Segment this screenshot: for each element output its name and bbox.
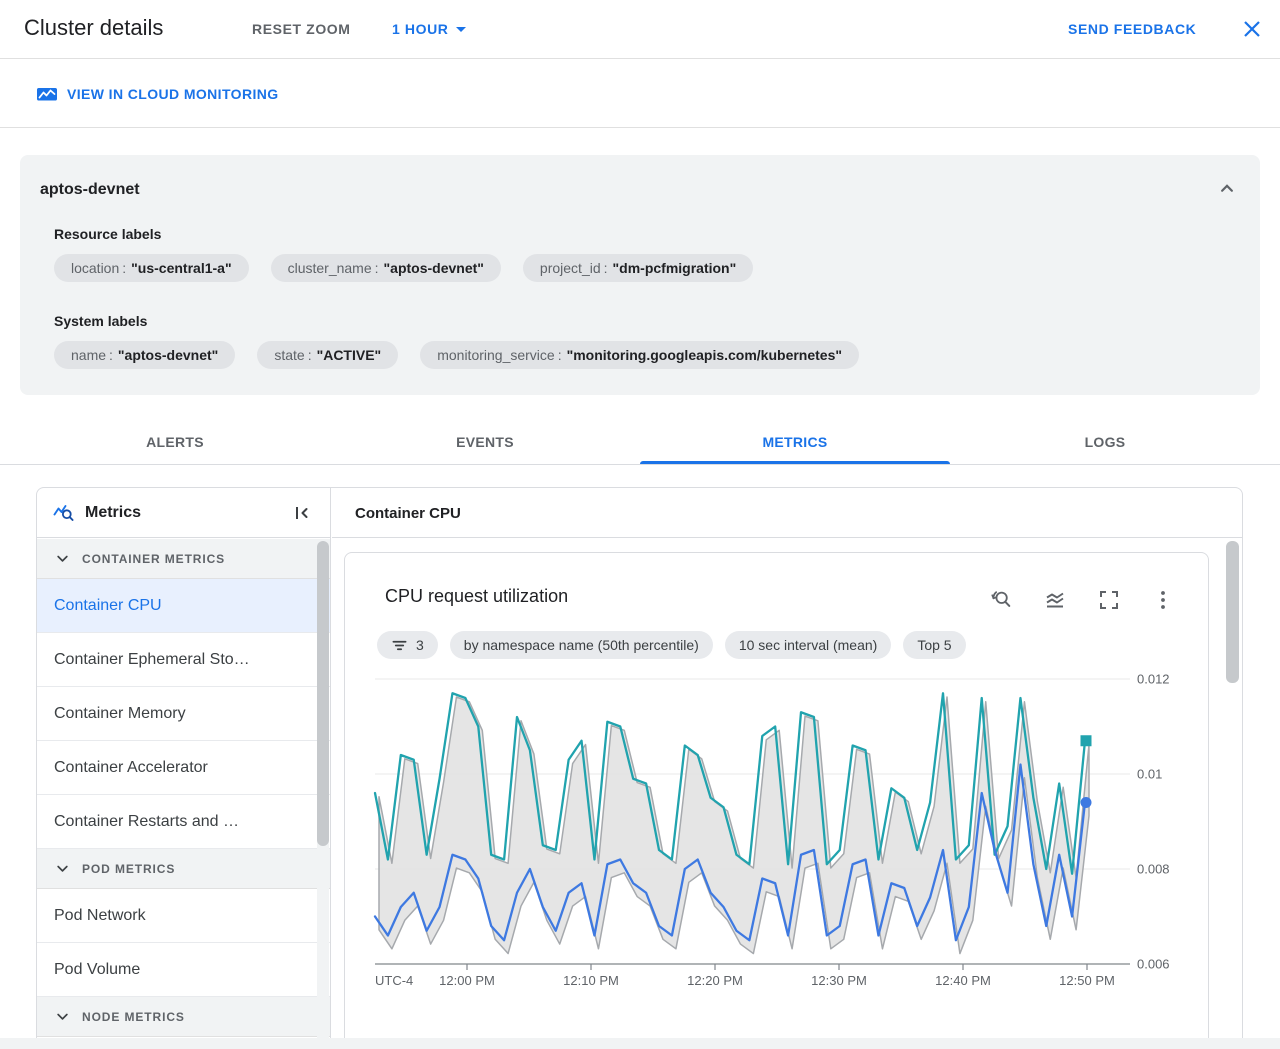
section-node-metrics[interactable]: NODE METRICS: [37, 997, 330, 1037]
svg-text:12:00 PM: 12:00 PM: [439, 973, 495, 988]
label-value: "monitoring.googleapis.com/kubernetes": [566, 347, 843, 363]
svg-text:0.006: 0.006: [1137, 957, 1170, 972]
caret-down-icon: [455, 26, 466, 32]
chevron-down-icon: [57, 1013, 68, 1020]
label-value: "aptos-devnet": [117, 347, 219, 363]
label-value: "dm-pcfmigration": [612, 260, 737, 276]
sidebar-header: Metrics: [37, 488, 330, 538]
section-label: POD METRICS: [82, 861, 176, 876]
time-range-label: 1 HOUR: [392, 21, 449, 37]
label-key: project_id: [539, 260, 601, 276]
chart-card: CPU request utilization 3 by namespace n…: [344, 552, 1209, 1049]
reset-zoom-button[interactable]: RESET ZOOM: [252, 21, 351, 37]
monitoring-chart-icon: [37, 88, 57, 101]
section-pod-metrics[interactable]: POD METRICS: [37, 849, 330, 889]
svg-text:0.008: 0.008: [1137, 862, 1170, 877]
label-key: monitoring_service: [437, 347, 555, 363]
monitoring-row: VIEW IN CLOUD MONITORING: [0, 60, 1280, 128]
tab-metrics[interactable]: METRICS: [640, 420, 950, 464]
metrics-panel: Metrics CONTAINER METRICS Container CPU …: [36, 487, 1243, 1049]
sidebar-item-container-memory[interactable]: Container Memory: [37, 687, 330, 741]
svg-text:12:40 PM: 12:40 PM: [935, 973, 991, 988]
label-value: "aptos-devnet": [383, 260, 484, 276]
collapse-card-button[interactable]: [1214, 175, 1240, 201]
section-label: NODE METRICS: [82, 1009, 185, 1024]
chevron-up-icon: [1221, 184, 1233, 192]
sidebar-item-container-restarts[interactable]: Container Restarts and …: [37, 795, 330, 849]
resource-label-chip: cluster_name: "aptos-devnet": [270, 254, 501, 282]
label-value: "ACTIVE": [316, 347, 382, 363]
sidebar-item-container-accelerator[interactable]: Container Accelerator: [37, 741, 330, 795]
tab-logs[interactable]: LOGS: [950, 420, 1260, 464]
sidebar-scrollbar[interactable]: [317, 541, 329, 846]
svg-text:12:30 PM: 12:30 PM: [811, 973, 867, 988]
system-labels-title: System labels: [54, 313, 148, 329]
sidebar-item-pod-network[interactable]: Pod Network: [37, 889, 330, 943]
sidebar-title: Metrics: [85, 504, 142, 521]
sidebar-item-container-ephemeral-storage[interactable]: Container Ephemeral Sto…: [37, 633, 330, 687]
close-icon: [1244, 21, 1260, 37]
svg-text:12:50 PM: 12:50 PM: [1059, 973, 1115, 988]
send-feedback-button[interactable]: SEND FEEDBACK: [1068, 21, 1196, 37]
sidebar-list: CONTAINER METRICS Container CPU Containe…: [37, 539, 330, 1037]
metrics-sidebar: Metrics CONTAINER METRICS Container CPU …: [37, 488, 331, 1049]
selected-metric-title: Container CPU: [355, 505, 461, 522]
svg-text:12:10 PM: 12:10 PM: [563, 973, 619, 988]
svg-text:0.01: 0.01: [1137, 767, 1162, 782]
metrics-icon: [51, 501, 77, 530]
svg-text:UTC-4: UTC-4: [375, 973, 413, 988]
section-label: CONTAINER METRICS: [82, 551, 226, 566]
label-key: state: [274, 347, 305, 363]
tab-alerts[interactable]: ALERTS: [20, 420, 330, 464]
time-range-dropdown[interactable]: 1 HOUR: [392, 21, 466, 37]
label-key: name: [71, 347, 107, 363]
view-in-cloud-monitoring-link[interactable]: VIEW IN CLOUD MONITORING: [36, 84, 279, 104]
tab-events[interactable]: EVENTS: [330, 420, 640, 464]
system-label-chip: state: "ACTIVE": [257, 341, 399, 369]
resource-label-chip: project_id: "dm-pcfmigration": [522, 254, 754, 282]
cluster-name: aptos-devnet: [40, 181, 140, 198]
resource-labels-row: location: "us-central1-a" cluster_name: "a…: [54, 254, 754, 282]
collapse-left-icon: [296, 507, 308, 519]
bottom-strip: [0, 1038, 1280, 1049]
main-header: Container CPU: [332, 488, 1242, 538]
svg-text:12:20 PM: 12:20 PM: [687, 973, 743, 988]
system-label-chip: name: "aptos-devnet": [54, 341, 236, 369]
page-title: Cluster details: [24, 15, 164, 40]
system-label-chip: monitoring_service: "monitoring.googleapi…: [420, 341, 860, 369]
cpu-utilization-chart[interactable]: 0.012 0.01 0.008 0.006 12:00 PM 12:10 PM 12:20…: [345, 553, 1209, 1049]
resource-labels-title: Resource labels: [54, 226, 162, 242]
chevron-down-icon: [57, 865, 68, 872]
label-key: cluster_name: [287, 260, 372, 276]
resource-label-chip: location: "us-central1-a": [54, 254, 249, 282]
header: Cluster details RESET ZOOM 1 HOUR SEND F…: [0, 0, 1280, 59]
main-scrollbar[interactable]: [1226, 541, 1239, 683]
label-key: location: [71, 260, 120, 276]
tab-bar: ALERTS EVENTS METRICS LOGS: [0, 420, 1280, 465]
monitoring-link-label: VIEW IN CLOUD MONITORING: [67, 86, 279, 102]
sidebar-item-container-cpu[interactable]: Container CPU: [37, 579, 330, 633]
collapse-sidebar-button[interactable]: [290, 501, 314, 525]
close-button[interactable]: [1238, 15, 1266, 43]
chevron-down-icon: [57, 555, 68, 562]
system-labels-row: name: "aptos-devnet" state: "ACTIVE" monit…: [54, 341, 860, 369]
cluster-details-card: aptos-devnet Resource labels location: "u…: [20, 155, 1260, 395]
label-value: "us-central1-a": [131, 260, 232, 276]
sidebar-item-pod-volume[interactable]: Pod Volume: [37, 943, 330, 997]
section-container-metrics[interactable]: CONTAINER METRICS: [37, 539, 330, 579]
metrics-main: Container CPU CPU request utilization 3 …: [332, 488, 1242, 1049]
svg-text:0.012: 0.012: [1137, 672, 1170, 687]
